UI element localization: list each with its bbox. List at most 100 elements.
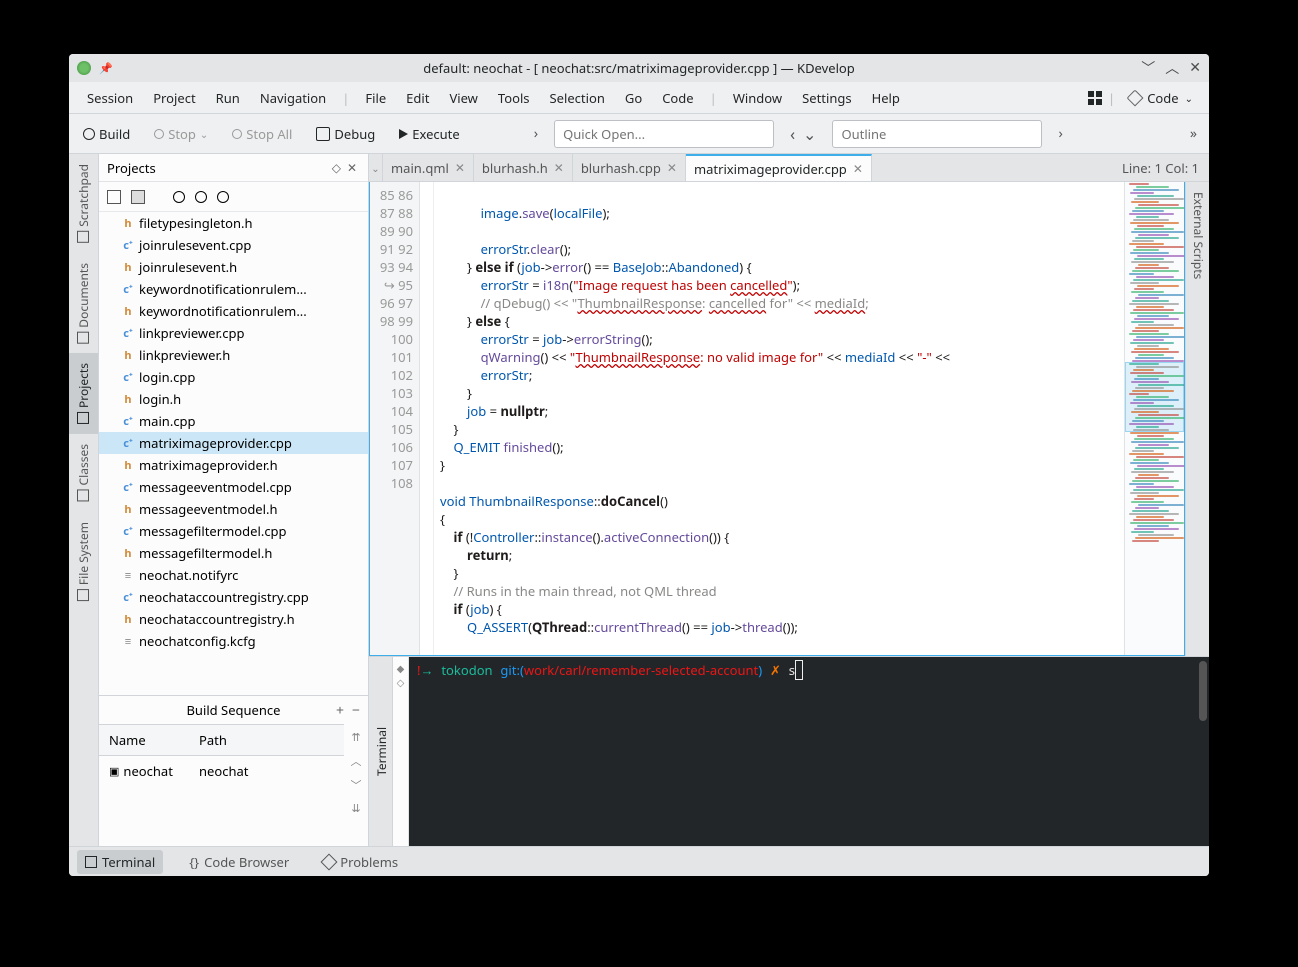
editor-tab[interactable]: blurhash.cpp✕: [573, 154, 686, 181]
remove-icon[interactable]: −: [352, 701, 360, 720]
add-icon[interactable]: +: [336, 701, 344, 720]
toolbar-overflow-icon[interactable]: »: [1186, 124, 1201, 143]
stop-button[interactable]: Stop⌄: [148, 121, 214, 147]
dock-filesystem[interactable]: File System: [69, 512, 98, 611]
terminal-dock-tab[interactable]: Terminal: [369, 657, 393, 846]
dock-external-scripts[interactable]: External Scripts: [1186, 182, 1209, 289]
debug-button[interactable]: Debug: [310, 121, 381, 147]
tree-item[interactable]: c⁺keywordnotificationrulem...: [99, 278, 368, 300]
minimize-button[interactable]: ﹀: [1141, 58, 1155, 78]
tree-item[interactable]: hneochataccountregistry.h: [99, 608, 368, 630]
menu-settings[interactable]: Settings: [792, 85, 861, 111]
close-button[interactable]: ✕: [1189, 58, 1201, 78]
cpp-file-icon: c⁺: [121, 282, 135, 297]
gear-icon[interactable]: [173, 191, 185, 203]
menu-file[interactable]: File: [355, 85, 396, 111]
terminal-scrollbar[interactable]: [1199, 661, 1207, 721]
minimap[interactable]: [1124, 182, 1184, 655]
nav-down-icon[interactable]: ⌄: [799, 123, 820, 145]
dock-projects[interactable]: Projects: [69, 353, 98, 434]
code-content[interactable]: image.save(localFile); errorStr.clear();…: [434, 182, 1124, 655]
tree-item[interactable]: c⁺neochataccountregistry.cpp: [99, 586, 368, 608]
move-up-icon[interactable]: ︿: [351, 753, 362, 769]
close-icon[interactable]: ✕: [667, 159, 677, 176]
close-icon[interactable]: ✕: [455, 159, 465, 176]
tree-item[interactable]: c⁺matriximageprovider.cpp: [99, 432, 368, 454]
editor-tab[interactable]: blurhash.h✕: [474, 154, 573, 181]
tree-item[interactable]: c⁺messageeventmodel.cpp: [99, 476, 368, 498]
tree-item[interactable]: hmessagefiltermodel.h: [99, 542, 368, 564]
panel-float-icon[interactable]: ◇: [329, 159, 344, 176]
tree-item[interactable]: hmatriximageprovider.h: [99, 454, 368, 476]
move-top-icon[interactable]: ⇈: [351, 730, 360, 745]
build-button[interactable]: Build: [77, 121, 136, 147]
menu-help[interactable]: Help: [862, 85, 910, 111]
tree-item[interactable]: c⁺linkpreviewer.cpp: [99, 322, 368, 344]
nav-more-icon[interactable]: ›: [1054, 124, 1066, 143]
move-bottom-icon[interactable]: ⇊: [351, 801, 360, 816]
outline-input[interactable]: [832, 120, 1042, 148]
terminal[interactable]: !→ tokodon git:(work/carl/remember-selec…: [409, 657, 1209, 846]
menu-view[interactable]: View: [439, 85, 487, 111]
dock-documents[interactable]: Documents: [69, 253, 98, 354]
tree-item[interactable]: ≡neochat.notifyrc: [99, 564, 368, 586]
tab-list-icon[interactable]: ⌄: [369, 154, 383, 181]
close-icon[interactable]: ✕: [853, 160, 863, 177]
file-tree[interactable]: hfiletypesingleton.hc⁺joinrulesevent.cpp…: [99, 212, 368, 695]
panel-close-icon[interactable]: ✕: [344, 159, 360, 176]
menu-selection[interactable]: Selection: [540, 85, 615, 111]
build-sequence-header: Build Sequence + −: [99, 696, 368, 724]
tree-item[interactable]: hlogin.h: [99, 388, 368, 410]
h-file-icon: h: [121, 546, 135, 561]
file-label: linkpreviewer.h: [139, 346, 230, 364]
execute-button[interactable]: Execute: [393, 121, 465, 147]
sync-icon[interactable]: [107, 190, 121, 204]
menu-session[interactable]: Session: [77, 85, 143, 111]
editor-tab[interactable]: matriximageprovider.cpp✕: [686, 154, 872, 181]
move-down-icon[interactable]: ﹀: [351, 777, 362, 793]
build-sequence-row[interactable]: ▣neochat neochat: [99, 756, 344, 786]
nav-prev-icon[interactable]: ‹: [786, 123, 799, 145]
menu-run[interactable]: Run: [206, 85, 250, 111]
menu-project[interactable]: Project: [143, 85, 205, 111]
menu-window[interactable]: Window: [723, 85, 792, 111]
tree-mode-icon[interactable]: [131, 190, 145, 204]
nav-forward-icon[interactable]: ›: [530, 124, 542, 143]
tree-item[interactable]: ≡neochatconfig.kcfg: [99, 630, 368, 652]
fold-column[interactable]: [420, 182, 434, 655]
stop-all-button[interactable]: Stop All: [226, 121, 298, 147]
menu-code[interactable]: Code: [652, 85, 703, 111]
tree-item[interactable]: c⁺main.cpp: [99, 410, 368, 432]
dock-scratchpad[interactable]: Scratchpad: [69, 154, 98, 253]
editor-tab[interactable]: main.qml✕: [383, 154, 474, 181]
pin-icon[interactable]: 📌: [99, 61, 113, 76]
bottom-tab-code-browser[interactable]: {}Code Browser: [181, 850, 297, 874]
mode-selector[interactable]: Code ⌄: [1121, 87, 1201, 109]
tree-item[interactable]: hlinkpreviewer.h: [99, 344, 368, 366]
code-editor[interactable]: 85 86 87 88 89 90 91 92 93 94 ↪ 95 96 97…: [369, 182, 1185, 656]
close-icon[interactable]: ✕: [554, 159, 564, 176]
tree-item[interactable]: c⁺login.cpp: [99, 366, 368, 388]
tree-item[interactable]: hmessageeventmodel.h: [99, 498, 368, 520]
bottom-bar: Terminal {}Code Browser Problems: [69, 846, 1209, 876]
maximize-button[interactable]: ︿: [1165, 58, 1179, 78]
tree-item[interactable]: c⁺messagefiltermodel.cpp: [99, 520, 368, 542]
tree-item[interactable]: c⁺joinrulesevent.cpp: [99, 234, 368, 256]
dock-classes[interactable]: Classes: [69, 434, 98, 511]
menu-edit[interactable]: Edit: [396, 85, 439, 111]
quick-open-input[interactable]: [554, 120, 774, 148]
menu-tools[interactable]: Tools: [488, 85, 540, 111]
gear-icon[interactable]: [195, 191, 207, 203]
cursor-position[interactable]: Line: 1 Col: 1: [1112, 154, 1209, 181]
bottom-tab-problems[interactable]: Problems: [315, 850, 406, 874]
titlebar[interactable]: 📌 default: neochat - [ neochat:src/matri…: [69, 54, 1209, 82]
menu-navigation[interactable]: Navigation: [250, 85, 336, 111]
tree-item[interactable]: hjoinrulesevent.h: [99, 256, 368, 278]
tree-item[interactable]: hkeywordnotificationrulem...: [99, 300, 368, 322]
grid-icon[interactable]: [1088, 91, 1102, 105]
project-icon: ▣: [109, 764, 119, 779]
bottom-tab-terminal[interactable]: Terminal: [77, 850, 163, 874]
menu-go[interactable]: Go: [615, 85, 652, 111]
gear-icon[interactable]: [217, 191, 229, 203]
tree-item[interactable]: hfiletypesingleton.h: [99, 212, 368, 234]
